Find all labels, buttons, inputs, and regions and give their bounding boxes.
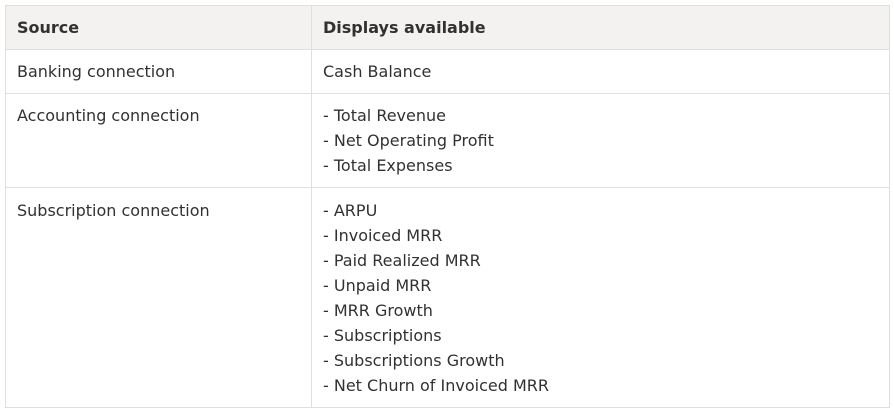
display-item: - ARPU [323,201,378,220]
column-header-displays: Displays available [311,5,890,50]
table-row: Banking connection Cash Balance [5,49,890,94]
display-item: - Total Expenses [323,156,453,175]
displays-cell: Cash Balance [311,49,890,94]
displays-cell: - Total Revenue - Net Operating Profit -… [311,93,890,188]
display-item: - Total Revenue [323,106,446,125]
column-header-source: Source [5,5,312,50]
header-row: Source Displays available [5,5,890,50]
table-header: Source Displays available [5,5,890,50]
source-cell: Subscription connection [5,187,312,408]
sources-table-container: Source Displays available Banking connec… [5,5,890,408]
display-item: - Unpaid MRR [323,276,432,295]
table-row: Subscription connection - ARPU - Invoice… [5,187,890,408]
display-item: - Net Churn of Invoiced MRR [323,376,549,395]
source-cell: Banking connection [5,49,312,94]
display-item: - MRR Growth [323,301,433,320]
sources-table: Source Displays available Banking connec… [5,5,890,408]
display-item: - Invoiced MRR [323,226,443,245]
display-item: - Net Operating Profit [323,131,494,150]
displays-cell: - ARPU - Invoiced MRR - Paid Realized MR… [311,187,890,408]
display-item: - Subscriptions [323,326,442,345]
display-item: Cash Balance [323,62,432,81]
display-item: - Subscriptions Growth [323,351,505,370]
source-cell: Accounting connection [5,93,312,188]
table-body: Banking connection Cash Balance Accounti… [5,49,890,408]
display-item: - Paid Realized MRR [323,251,481,270]
table-row: Accounting connection - Total Revenue - … [5,93,890,188]
